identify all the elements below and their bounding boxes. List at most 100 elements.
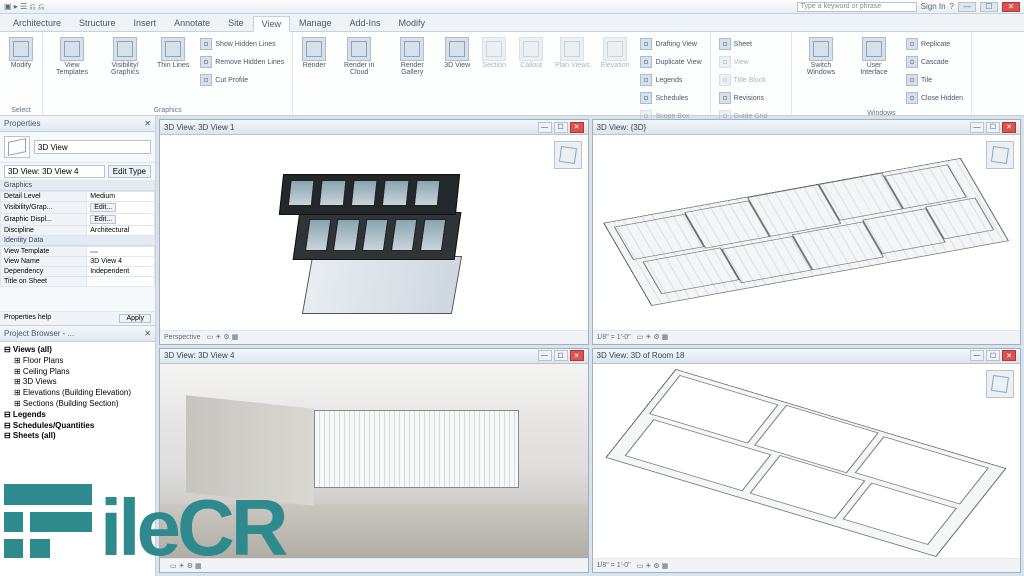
tree-item[interactable]: ⊟ Sheets (all) — [4, 431, 151, 442]
ribbon-button: Title Block — [715, 72, 787, 89]
ribbon-button[interactable]: Drafting View — [636, 36, 705, 53]
tree-item[interactable]: ⊞ 3D Views — [4, 377, 151, 388]
viewport-1[interactable]: 3D View: 3D View 1 —☐✕ — [159, 119, 589, 345]
close-button[interactable]: ✕ — [1002, 2, 1020, 12]
ribbon-button[interactable]: User Interface — [849, 34, 899, 109]
close-icon[interactable]: ✕ — [570, 350, 584, 361]
close-icon[interactable]: ✕ — [1002, 350, 1016, 361]
tree-item[interactable]: ⊞ Ceiling Plans — [4, 367, 151, 378]
title-bar: ▣ ▸ ☰ ⎌ ⎌ Type a keyword or phrase Sign … — [0, 0, 1024, 14]
close-icon[interactable]: ✕ — [1002, 122, 1016, 133]
tool-icon — [719, 56, 731, 68]
ribbon-button[interactable]: Cut Profile — [196, 72, 288, 89]
ribbon-button[interactable]: Switch Windows — [796, 34, 846, 109]
tool-icon — [200, 74, 212, 86]
property-name: Title on Sheet — [1, 277, 87, 287]
tool-icon — [906, 56, 918, 68]
max-icon[interactable]: ☐ — [554, 122, 568, 133]
ribbon-button[interactable]: Visibility/ Graphics — [100, 34, 150, 106]
min-icon[interactable]: — — [538, 350, 552, 361]
viewport-4[interactable]: 3D View: 3D of Room 18 —☐✕ 1/8" = 1'-0"▭… — [592, 348, 1022, 574]
viewport-title: 3D View: 3D View 4 — [164, 351, 234, 360]
tree-item[interactable]: ⊞ Floor Plans — [4, 356, 151, 367]
max-icon[interactable]: ☐ — [554, 350, 568, 361]
viewport-2[interactable]: 3D View: {3D} —☐✕ 1/8" = 1'- — [592, 119, 1022, 345]
ribbon-button[interactable]: Tile — [902, 72, 967, 89]
ribbon-button[interactable]: Thin Lines — [153, 34, 193, 106]
property-value[interactable]: Medium — [87, 192, 155, 202]
max-icon[interactable]: ☐ — [986, 122, 1000, 133]
property-value[interactable]: 3D View 4 — [87, 257, 155, 267]
tool-icon — [200, 56, 212, 68]
ribbon-button[interactable]: Legends — [636, 72, 705, 89]
properties-help-link[interactable]: Properties help — [4, 314, 51, 323]
ribbon-button[interactable]: Close Hidden — [902, 90, 967, 107]
type-selector[interactable]: 3D View — [34, 140, 151, 154]
signin-link[interactable]: Sign In — [921, 2, 946, 11]
ribbon-button[interactable]: Schedules — [636, 90, 705, 107]
ribbon-button[interactable]: Sheet — [715, 36, 787, 53]
minimize-button[interactable]: — — [958, 2, 976, 12]
viewcube[interactable] — [554, 141, 582, 169]
ribbon-button[interactable]: Show Hidden Lines — [196, 36, 288, 53]
max-icon[interactable]: ☐ — [986, 350, 1000, 361]
close-icon[interactable]: ✕ — [144, 119, 151, 128]
ribbon-button[interactable]: Cascade — [902, 54, 967, 71]
min-icon[interactable]: — — [970, 122, 984, 133]
ribbon-button[interactable]: Modify — [4, 34, 38, 106]
property-value[interactable]: Architectural — [87, 226, 155, 236]
view-scale[interactable]: Perspective — [164, 334, 201, 341]
property-value[interactable]: Edit... — [87, 214, 155, 226]
view-scale[interactable]: 1/8" = 1'-0" — [597, 562, 631, 569]
ribbon-tab-manage[interactable]: Manage — [290, 15, 341, 31]
model-geometry — [603, 158, 1009, 306]
viewport-title: 3D View: {3D} — [597, 123, 647, 132]
property-value[interactable]: Edit... — [87, 202, 155, 214]
tree-item[interactable]: ⊟ Schedules/Quantities — [4, 421, 151, 432]
edit-type-button[interactable]: Edit Type — [108, 165, 151, 178]
ribbon-panel-windows: Switch WindowsUser InterfaceReplicateCas… — [792, 32, 972, 115]
ribbon-button[interactable]: View Templates — [47, 34, 97, 106]
close-icon[interactable]: ✕ — [144, 329, 151, 338]
property-name: View Name — [1, 257, 87, 267]
min-icon[interactable]: — — [970, 350, 984, 361]
viewcube[interactable] — [986, 141, 1014, 169]
ribbon-button[interactable]: Remove Hidden Lines — [196, 54, 288, 71]
model-geometry — [288, 147, 476, 318]
close-icon[interactable]: ✕ — [570, 122, 584, 133]
tool-icon — [519, 37, 543, 61]
ribbon-tab-architecture[interactable]: Architecture — [4, 15, 70, 31]
ribbon-button[interactable]: Duplicate View — [636, 54, 705, 71]
maximize-button[interactable]: ☐ — [980, 2, 998, 12]
tree-item[interactable]: ⊟ Views (all) — [4, 345, 151, 356]
search-input[interactable]: Type a keyword or phrase — [797, 2, 917, 12]
view-scale[interactable]: 1/8" = 1'-0" — [597, 334, 631, 341]
ribbon-button[interactable]: Replicate — [902, 36, 967, 53]
ribbon-tab-annotate[interactable]: Annotate — [165, 15, 219, 31]
ribbon-tab-structure[interactable]: Structure — [70, 15, 125, 31]
ribbon-tab-insert[interactable]: Insert — [125, 15, 166, 31]
min-icon[interactable]: — — [538, 122, 552, 133]
ribbon-tabs: ArchitectureStructureInsertAnnotateSiteV… — [0, 14, 1024, 32]
tool-icon — [640, 74, 652, 86]
tree-item[interactable]: ⊟ Legends — [4, 410, 151, 421]
tool-icon — [560, 37, 584, 61]
instance-selector[interactable]: 3D View: 3D View 4 — [4, 165, 105, 178]
tool-icon — [906, 92, 918, 104]
type-preview-icon — [4, 136, 30, 158]
ribbon-tab-modify[interactable]: Modify — [390, 15, 435, 31]
viewcube[interactable] — [986, 370, 1014, 398]
help-icon[interactable]: ? — [950, 2, 954, 11]
tree-item[interactable]: ⊞ Elevations (Building Elevation) — [4, 388, 151, 399]
ribbon-tab-view[interactable]: View — [253, 16, 290, 32]
tree-item[interactable]: ⊞ Sections (Building Section) — [4, 399, 151, 410]
tool-icon — [906, 74, 918, 86]
property-value[interactable] — [87, 277, 155, 287]
ribbon-button[interactable]: Revisions — [715, 90, 787, 107]
ribbon-tab-site[interactable]: Site — [219, 15, 253, 31]
ribbon-tab-addins[interactable]: Add-Ins — [341, 15, 390, 31]
property-value[interactable]: Independent — [87, 267, 155, 277]
apply-button[interactable]: Apply — [119, 314, 151, 323]
qat-icon: ▣ ▸ ☰ ⎌ ⎌ — [4, 2, 44, 12]
property-value[interactable] — [87, 247, 155, 257]
